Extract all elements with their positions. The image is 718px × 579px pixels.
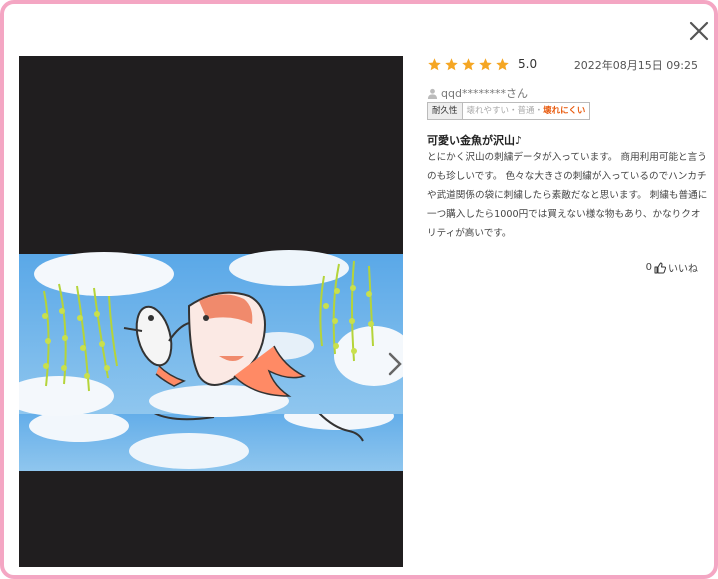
star-icon	[479, 57, 492, 70]
review-modal: 5.0 2022年08月15日 09:25 qqd********さん 耐久性 …	[0, 0, 718, 579]
star-rating: 5.0	[427, 56, 537, 72]
rating-score: 5.0	[518, 57, 538, 71]
reviewer: qqd********さん	[427, 85, 528, 101]
review-body: とにかく沢山の刺繍データが入っています。 商用利用可能と言うのも珍しいです。 色…	[427, 152, 708, 239]
star-icon	[445, 57, 458, 70]
review-title: 可愛い金魚が沢山♪	[427, 134, 523, 147]
star-icon	[428, 57, 441, 70]
like-button[interactable]: 0 いいね	[646, 260, 698, 275]
separator: ・	[534, 106, 544, 116]
reviewer-name: qqd********さん	[441, 87, 528, 100]
chevron-right-icon[interactable]	[384, 348, 403, 380]
star-icon	[496, 57, 509, 70]
durability-option-selected: 壊れにくい	[543, 106, 586, 116]
user-icon	[427, 88, 438, 99]
durability-option: 壊れやすい	[466, 106, 510, 116]
review-photo[interactable]	[19, 56, 403, 567]
close-icon[interactable]	[688, 20, 710, 42]
durability-label: 耐久性	[428, 103, 463, 119]
review-date: 2022年08月15日 09:25	[573, 59, 698, 72]
thumbs-up-icon	[654, 262, 666, 273]
like-label: いいね	[668, 264, 698, 275]
like-count: 0	[645, 262, 652, 273]
durability-rating: 耐久性 壊れやすい・普通・壊れにくい	[427, 102, 591, 120]
star-icon	[462, 57, 475, 70]
embroidered-cloth-image	[19, 56, 403, 567]
durability-option: 普通	[517, 106, 535, 116]
separator: ・	[509, 106, 518, 116]
